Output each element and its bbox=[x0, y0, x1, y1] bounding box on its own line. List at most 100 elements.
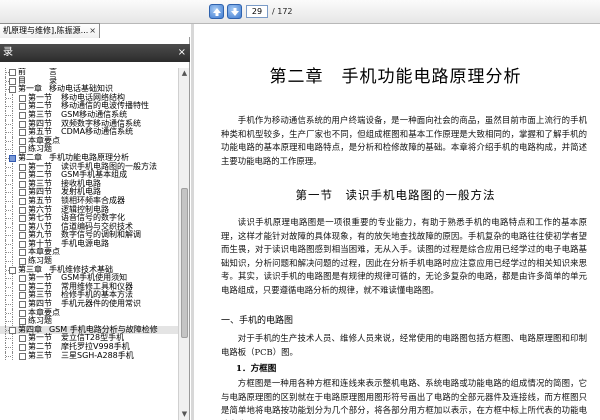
bookmark-page-icon bbox=[19, 292, 26, 300]
bookmark-page-icon bbox=[19, 172, 26, 180]
intro-paragraph: 手机作为移动通信系统的用户终端设备，是一种面向社会的商品，虽然目前市面上流行的手… bbox=[221, 115, 587, 166]
tree-connector bbox=[12, 196, 13, 206]
page-number-input[interactable]: 29 bbox=[246, 5, 268, 18]
subsection-paragraph: 对于手机的生产技术人员、维修人员来说，经常使用的电路图包括方框图、电路原理图和印… bbox=[221, 333, 587, 357]
tree-connector bbox=[12, 110, 13, 120]
bookmark-item[interactable]: 第四节 手机元器件的使用常识 bbox=[0, 299, 178, 309]
arrow-up-icon bbox=[213, 8, 221, 16]
bookmark-title: 手机电源电路 bbox=[61, 238, 109, 248]
item-paragraph: 方框图是一种用各种方框和连线来表示整机电路、系统电路或功能电路的组成情况的简图，… bbox=[221, 378, 587, 420]
tree-connector bbox=[5, 188, 11, 197]
tree-connector bbox=[12, 274, 13, 283]
next-page-button[interactable] bbox=[227, 4, 242, 19]
bookmark-title: 手机元器件的使用常识 bbox=[61, 299, 141, 309]
bookmark-item[interactable]: 本章要点 bbox=[0, 308, 178, 318]
tree-connector bbox=[12, 214, 13, 223]
tree-connector bbox=[12, 239, 13, 249]
bookmark-page-icon bbox=[19, 137, 26, 145]
bookmarks-scrollbar[interactable]: ▲ ▼ bbox=[178, 68, 189, 420]
tree-connector bbox=[12, 171, 13, 180]
tree-connector bbox=[5, 317, 11, 326]
tree-connector bbox=[12, 145, 13, 154]
section-paragraph: 读识手机原理电路图是一项很重要的专业能力，有助于熟悉手机的电路特点和工作的基本原… bbox=[221, 217, 587, 295]
bookmark-item[interactable]: 第五节 CDMA移动通信系统 bbox=[0, 128, 178, 137]
tree-connector bbox=[12, 300, 13, 309]
document-tab[interactable]: 机原理与维修],陈振源... × bbox=[0, 23, 100, 38]
bookmark-item[interactable]: 第十节 手机电源电路 bbox=[0, 238, 178, 249]
bookmarks-panel: 录 × 前言目录第一章 移动电话基础知识 第一节 移动电话网络结构 第二节 移动通信的电波… bbox=[0, 37, 190, 420]
bookmark-page-icon bbox=[19, 275, 26, 283]
scroll-down-icon[interactable]: ▼ bbox=[180, 410, 189, 419]
previous-page-button[interactable] bbox=[209, 4, 224, 19]
item-title: 1．方框图 bbox=[236, 364, 277, 374]
close-tab-icon[interactable]: × bbox=[89, 24, 96, 38]
tree-connector bbox=[5, 162, 11, 172]
tree-connector bbox=[5, 214, 11, 223]
tree-connector bbox=[5, 239, 11, 249]
tree-connector bbox=[12, 136, 13, 146]
tree-connector bbox=[5, 110, 11, 120]
scroll-up-icon[interactable]: ▲ bbox=[180, 69, 189, 78]
bookmark-page-icon bbox=[9, 326, 16, 334]
bookmark-page-icon bbox=[19, 335, 26, 343]
bookmark-number: 第三节 bbox=[28, 350, 52, 360]
close-panel-icon[interactable]: × bbox=[178, 44, 186, 62]
bookmark-item[interactable]: 第三节 三星SGH-A288手机 bbox=[0, 350, 178, 361]
scrollbar-thumb[interactable] bbox=[181, 188, 188, 338]
bookmark-page-icon bbox=[19, 223, 26, 231]
tree-connector bbox=[12, 317, 13, 326]
bookmark-page-icon bbox=[19, 232, 26, 240]
bookmark-page-icon bbox=[19, 180, 26, 188]
bookmark-page-icon bbox=[19, 283, 26, 291]
tree-connector bbox=[12, 205, 13, 215]
tree-connector bbox=[12, 351, 13, 361]
tree-connector bbox=[5, 231, 11, 240]
bookmark-page-icon bbox=[9, 154, 16, 162]
document-tab-label: 机原理与维修],陈振源... bbox=[3, 26, 89, 35]
bookmark-page-icon bbox=[19, 189, 26, 197]
tree-connector bbox=[5, 196, 11, 206]
tree-connector bbox=[5, 274, 11, 283]
tree-connector bbox=[12, 231, 13, 240]
tree-connector bbox=[12, 162, 13, 172]
bookmark-page-icon bbox=[9, 69, 16, 76]
bookmark-page-icon bbox=[9, 86, 16, 94]
tree-connector bbox=[12, 188, 13, 197]
page-total: / 172 bbox=[272, 7, 293, 16]
tree-connector bbox=[12, 282, 13, 292]
section-title: 第一节 读识手机电路图的一般方法 bbox=[295, 188, 496, 202]
bookmark-page-icon bbox=[19, 240, 26, 248]
tree-connector bbox=[12, 102, 13, 111]
bookmark-page-icon bbox=[9, 266, 16, 274]
tree-connector bbox=[5, 334, 11, 343]
tree-connector bbox=[12, 291, 13, 301]
tree-connector bbox=[12, 334, 13, 343]
tree-connector bbox=[5, 102, 11, 111]
tree-connector bbox=[5, 145, 11, 154]
bookmark-item[interactable]: 前言 bbox=[0, 68, 178, 77]
bookmark-page-icon bbox=[9, 77, 16, 85]
bookmark-item[interactable]: 本章要点 bbox=[0, 248, 178, 258]
tree-connector bbox=[5, 119, 11, 129]
bookmark-title: CDMA移动通信系统 bbox=[61, 127, 134, 137]
bookmark-page-icon bbox=[19, 206, 26, 214]
tree-connector bbox=[12, 222, 13, 232]
tree-connector bbox=[12, 179, 13, 189]
tree-connector bbox=[5, 128, 11, 137]
tree-connector bbox=[12, 343, 13, 352]
tree-connector bbox=[12, 308, 13, 318]
tree-connector bbox=[5, 257, 11, 266]
chapter-title: 第二章 手机功能电路原理分析 bbox=[269, 67, 522, 87]
tree-connector bbox=[5, 300, 11, 309]
bookmark-page-icon bbox=[19, 163, 26, 171]
tree-connector bbox=[5, 171, 11, 180]
bookmark-page-icon bbox=[19, 344, 26, 351]
bookmark-page-icon bbox=[19, 129, 26, 137]
bookmark-page-icon bbox=[19, 309, 26, 317]
tree-connector bbox=[12, 128, 13, 137]
tree-connector bbox=[5, 205, 11, 215]
bookmarks-panel-title: 录 bbox=[3, 47, 13, 58]
subsection-title: 一、手机的电路图 bbox=[221, 316, 294, 326]
tree-connector bbox=[12, 93, 13, 103]
bookmark-item[interactable]: 本章要点 bbox=[0, 136, 178, 146]
